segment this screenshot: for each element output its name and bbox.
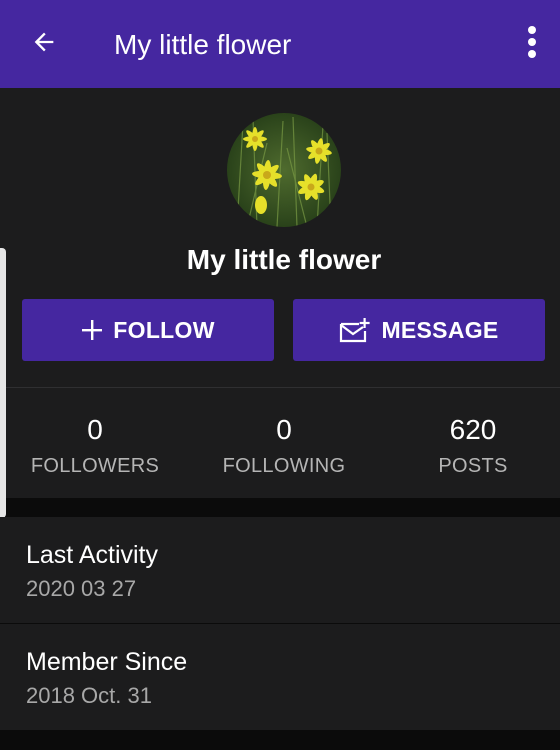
message-button-label: MESSAGE: [381, 316, 499, 343]
overflow-menu-button[interactable]: [520, 24, 544, 64]
app-bar: My little flower: [0, 0, 560, 88]
member-since-value: 2018 Oct. 31: [26, 683, 152, 708]
profile-name: My little flower: [186, 244, 382, 275]
profile-header: My little flower FOLLOW MESSAGE 0 FOLLOW…: [0, 88, 560, 498]
edge-scroll-handle[interactable]: [0, 248, 6, 518]
back-button[interactable]: [20, 24, 68, 64]
yellow-flowers-photo: [227, 113, 341, 227]
arrow-left-icon: [30, 28, 58, 61]
following-label: FOLLOWING: [222, 455, 346, 477]
message-button[interactable]: MESSAGE: [293, 299, 545, 361]
profile-screen: My little flower My little flower FOLLOW…: [0, 0, 560, 750]
member-since-item: Member Since 2018 Oct. 31: [0, 624, 560, 730]
stats-row: 0 FOLLOWERS 0 FOLLOWING 620 POSTS: [0, 388, 560, 498]
follow-button[interactable]: FOLLOW: [22, 299, 274, 361]
member-since-label: Member Since: [26, 648, 188, 676]
plus-icon: [81, 319, 103, 341]
last-activity-item: Last Activity 2020 03 27: [0, 517, 560, 623]
page-title: My little flower: [114, 29, 292, 60]
avatar[interactable]: [227, 113, 341, 227]
last-activity-label: Last Activity: [26, 541, 158, 569]
last-activity-value: 2020 03 27: [26, 576, 137, 601]
mail-plus-icon: [339, 317, 371, 343]
more-vert-icon: [527, 25, 537, 64]
stat-followers[interactable]: 0 FOLLOWERS: [2, 388, 188, 478]
posts-count: 620: [449, 414, 497, 445]
followers-count: 0: [87, 414, 103, 445]
follow-button-label: FOLLOW: [113, 316, 215, 343]
stat-following[interactable]: 0 FOLLOWING: [191, 388, 377, 478]
followers-label: FOLLOWERS: [30, 455, 160, 477]
stat-posts[interactable]: 620 POSTS: [380, 388, 560, 478]
posts-label: POSTS: [438, 455, 508, 477]
following-count: 0: [276, 414, 292, 445]
